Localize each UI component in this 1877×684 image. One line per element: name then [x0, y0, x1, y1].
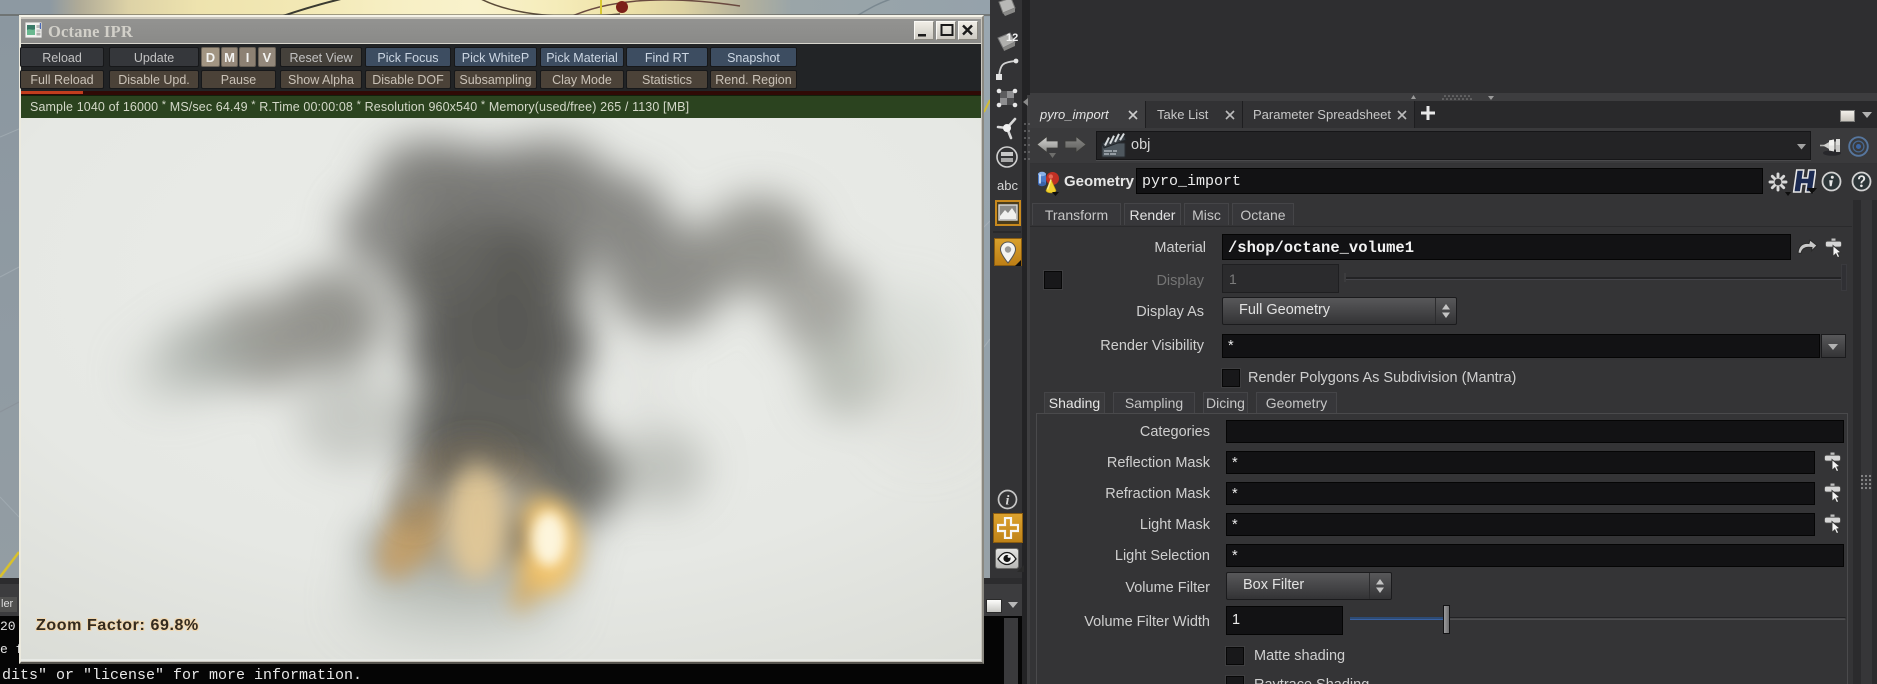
- svg-text:12: 12: [1006, 32, 1018, 44]
- svg-text:i: i: [1006, 494, 1010, 509]
- svg-text:abc: abc: [997, 178, 1018, 193]
